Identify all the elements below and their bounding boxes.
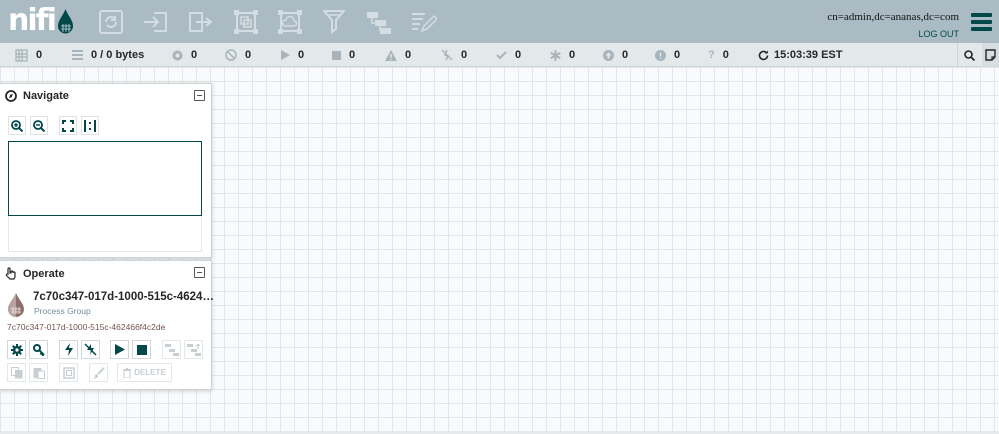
disabled-icon (441, 49, 453, 61)
access-policies-key-icon[interactable] (29, 340, 48, 359)
arrow-up-circle-icon (603, 49, 614, 61)
running-status: 0 (281, 43, 304, 67)
navigate-panel: Navigate (0, 83, 212, 258)
transmitting-count: 0 (191, 49, 198, 61)
exclamation-circle-icon (655, 49, 666, 61)
hand-pointer-icon (5, 267, 16, 280)
operate-header: Operate (5, 267, 65, 280)
not-transmitting-icon (225, 49, 237, 61)
up-to-date-status: 0 (496, 43, 521, 67)
queue-icon (72, 50, 83, 60)
label-icon[interactable] (411, 9, 437, 35)
zoom-in-icon[interactable] (8, 116, 26, 135)
stopped-count: 0 (349, 49, 356, 61)
remote-process-group-icon[interactable] (277, 9, 303, 35)
current-user: cn=admin,dc=ananas,dc=com (827, 11, 959, 23)
bulletin-board-icon[interactable] (982, 43, 999, 67)
stale-status: 0 (603, 43, 628, 67)
process-group-icon[interactable] (233, 9, 259, 35)
delete-label: DELETE (134, 368, 166, 377)
search-icon[interactable] (957, 43, 981, 67)
stale-count: 0 (622, 49, 629, 61)
check-icon (496, 50, 507, 59)
refresh-icon (758, 50, 769, 60)
threads-icon (15, 48, 28, 62)
logo-text: nifi (8, 3, 57, 38)
question-icon: ? (708, 49, 715, 61)
selected-component-id: 7c70c347-017d-1000-515c-462466f4c2de (7, 322, 166, 332)
paste-icon[interactable] (29, 363, 48, 382)
locally-modified-status: 0 (550, 43, 575, 67)
sync-failure-count: 0 (722, 49, 729, 61)
asterisk-icon (550, 49, 561, 61)
trash-icon (123, 367, 132, 378)
navigate-header: Navigate (5, 90, 69, 102)
input-port-icon[interactable] (142, 9, 168, 35)
sync-failure-status: ? 0 (708, 43, 729, 67)
stopped-status: 0 (332, 43, 355, 67)
delete-button[interactable]: DELETE (117, 363, 172, 382)
copy-icon[interactable] (7, 363, 26, 382)
operate-panel: Operate 7c70c347-017d-1000-515c-4624… Pr… (0, 260, 214, 390)
invalid-count: 0 (405, 49, 412, 61)
warning-icon (385, 49, 397, 61)
actual-size-icon[interactable] (81, 116, 99, 135)
zoom-out-icon[interactable] (30, 116, 48, 135)
birdseye-footer (8, 216, 202, 252)
transmitting-icon (172, 50, 183, 60)
running-count: 0 (298, 49, 305, 61)
last-refreshed-status: 15:03:39 EST (758, 43, 842, 67)
app-header: nifi cn=admin,dc=ananas,dc=com LOG OUT (0, 0, 999, 43)
create-template-icon[interactable] (162, 340, 181, 359)
fit-icon[interactable] (59, 116, 77, 135)
stop-icon (332, 50, 341, 60)
refresh-time: 15:03:39 EST (774, 49, 843, 61)
not-transmitting-count: 0 (245, 49, 252, 61)
change-color-brush-icon[interactable] (89, 363, 108, 382)
start-play-icon[interactable] (110, 340, 129, 359)
play-icon (281, 50, 290, 60)
disabled-status: 0 (441, 43, 467, 67)
up-to-date-count: 0 (515, 49, 522, 61)
funnel-icon[interactable] (321, 9, 347, 35)
modified-stale-count: 0 (674, 49, 681, 61)
not-transmitting-status: 0 (225, 43, 251, 67)
queued-value: 0 / 0 bytes (91, 49, 145, 61)
nifi-logo: nifi (8, 4, 74, 38)
selected-component-type: Process Group (34, 306, 91, 316)
enable-bolt-icon[interactable] (59, 340, 78, 359)
upload-template-icon[interactable] (184, 340, 203, 359)
compass-icon (5, 90, 17, 102)
active-threads-count: 0 (36, 49, 43, 61)
modified-stale-status: 0 (655, 43, 680, 67)
operate-title: Operate (23, 267, 65, 280)
queued-status: 0 / 0 bytes (72, 43, 144, 67)
transmitting-status: 0 (172, 43, 197, 67)
logout-link[interactable]: LOG OUT (827, 27, 959, 41)
stop-square-icon[interactable] (132, 340, 151, 359)
selected-component-name: 7c70c347-017d-1000-515c-4624… (33, 291, 214, 303)
configure-gear-icon[interactable] (7, 340, 26, 359)
birdseye-view[interactable] (8, 141, 202, 216)
navigate-collapse-icon[interactable] (194, 90, 205, 101)
disabled-count: 0 (461, 49, 468, 61)
process-group-drop-icon (8, 293, 24, 317)
global-menu-icon[interactable] (971, 13, 992, 31)
template-icon[interactable] (366, 9, 392, 35)
user-info: cn=admin,dc=ananas,dc=com LOG OUT (827, 10, 959, 41)
operate-collapse-icon[interactable] (194, 267, 205, 278)
group-icon[interactable] (59, 363, 78, 382)
output-port-icon[interactable] (188, 9, 214, 35)
drop-logo-icon (57, 8, 73, 33)
locally-modified-count: 0 (569, 49, 576, 61)
processor-icon[interactable] (98, 9, 124, 35)
disable-bolt-icon[interactable] (81, 340, 100, 359)
flow-status-bar: 0 0 / 0 bytes 0 0 0 0 0 0 0 0 0 0 ? 0 15… (0, 43, 999, 67)
active-threads-status: 0 (15, 43, 42, 67)
navigate-title: Navigate (23, 90, 69, 102)
invalid-status: 0 (385, 43, 411, 67)
